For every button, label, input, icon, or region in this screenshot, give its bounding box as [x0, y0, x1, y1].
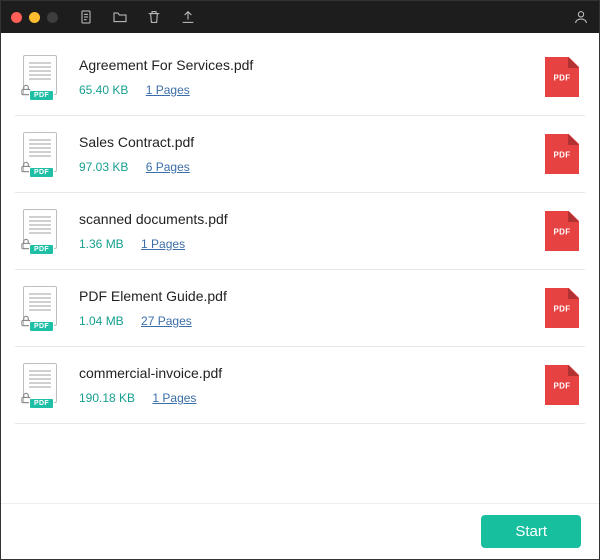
user-icon[interactable] [573, 9, 589, 25]
file-thumbnail: PDF [21, 132, 61, 176]
file-pages-link[interactable]: 27 Pages [141, 314, 192, 328]
file-thumbnail: PDF [21, 55, 61, 99]
trash-icon[interactable] [146, 9, 162, 25]
file-size: 97.03 KB [79, 160, 128, 174]
pdf-file-icon[interactable]: PDF [545, 365, 579, 405]
file-thumbnail: PDF [21, 363, 61, 407]
file-list: PDF Agreement For Services.pdf 65.40 KB … [1, 33, 599, 503]
close-window-button[interactable] [11, 12, 22, 23]
file-meta: PDF Element Guide.pdf 1.04 MB 27 Pages [79, 288, 533, 328]
toolbar-actions [78, 9, 196, 25]
file-row[interactable]: PDF PDF Element Guide.pdf 1.04 MB 27 Pag… [15, 270, 585, 347]
file-pages-link[interactable]: 1 Pages [141, 237, 185, 251]
pdf-file-icon[interactable]: PDF [545, 211, 579, 251]
file-size: 65.40 KB [79, 83, 128, 97]
file-size: 1.04 MB [79, 314, 124, 328]
file-pages-link[interactable]: 1 Pages [146, 83, 190, 97]
pdf-file-icon[interactable]: PDF [545, 134, 579, 174]
pdf-badge: PDF [29, 398, 54, 409]
pdf-badge: PDF [29, 321, 54, 332]
file-meta: scanned documents.pdf 1.36 MB 1 Pages [79, 211, 533, 251]
file-row[interactable]: PDF commercial-invoice.pdf 190.18 KB 1 P… [15, 347, 585, 424]
file-row[interactable]: PDF scanned documents.pdf 1.36 MB 1 Page… [15, 193, 585, 270]
window-controls [11, 12, 58, 23]
file-size: 1.36 MB [79, 237, 124, 251]
start-button[interactable]: Start [481, 515, 581, 548]
file-row[interactable]: PDF Sales Contract.pdf 97.03 KB 6 Pages … [15, 116, 585, 193]
file-thumbnail: PDF [21, 209, 61, 253]
upload-icon[interactable] [180, 9, 196, 25]
file-name: commercial-invoice.pdf [79, 365, 533, 381]
pdf-file-icon[interactable]: PDF [545, 57, 579, 97]
file-name: Sales Contract.pdf [79, 134, 533, 150]
pdf-badge: PDF [29, 90, 54, 101]
minimize-window-button[interactable] [29, 12, 40, 23]
file-meta: Agreement For Services.pdf 65.40 KB 1 Pa… [79, 57, 533, 97]
footer: Start [1, 503, 599, 559]
file-meta: Sales Contract.pdf 97.03 KB 6 Pages [79, 134, 533, 174]
maximize-window-button[interactable] [47, 12, 58, 23]
file-name: PDF Element Guide.pdf [79, 288, 533, 304]
file-pages-link[interactable]: 1 Pages [152, 391, 196, 405]
file-thumbnail: PDF [21, 286, 61, 330]
titlebar [1, 1, 599, 33]
file-row[interactable]: PDF Agreement For Services.pdf 65.40 KB … [15, 39, 585, 116]
file-meta: commercial-invoice.pdf 190.18 KB 1 Pages [79, 365, 533, 405]
file-pages-link[interactable]: 6 Pages [146, 160, 190, 174]
file-size: 190.18 KB [79, 391, 135, 405]
pdf-badge: PDF [29, 244, 54, 255]
file-name: scanned documents.pdf [79, 211, 533, 227]
folder-icon[interactable] [112, 9, 128, 25]
pdf-file-icon[interactable]: PDF [545, 288, 579, 328]
pdf-badge: PDF [29, 167, 54, 178]
document-icon[interactable] [78, 9, 94, 25]
file-name: Agreement For Services.pdf [79, 57, 533, 73]
